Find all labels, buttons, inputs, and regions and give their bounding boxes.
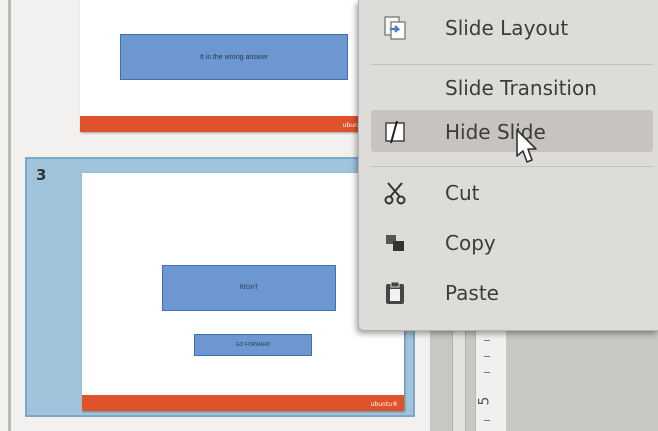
ruler-tick	[484, 420, 490, 421]
ubuntu-logo: ubuntu®	[370, 401, 398, 408]
menu-item-hide-slide[interactable]: Hide Slide	[359, 110, 658, 154]
ruler-number: 5	[476, 396, 493, 406]
menu-label: Copy	[445, 231, 496, 255]
menu-item-paste[interactable]: Paste	[359, 271, 658, 315]
slide-thumbnail-3[interactable]: RIGHT GO FORWARD ubuntu®	[82, 173, 404, 411]
slide-thumbnail-2[interactable]: It is the wrong answer ubuntu	[80, 0, 370, 132]
scissors-icon	[381, 179, 409, 207]
menu-separator	[371, 166, 653, 167]
slide-3-right-box: RIGHT	[162, 265, 336, 311]
ruler-tick	[484, 356, 490, 357]
clipboard-icon	[381, 279, 409, 307]
slide-3-forward-box: GO FORWARD	[194, 334, 312, 356]
ruler-tick	[484, 340, 490, 341]
menu-label: Paste	[445, 281, 499, 305]
menu-label: Slide Transition	[445, 76, 597, 100]
menu-item-slide-transition[interactable]: Slide Transition	[359, 66, 658, 110]
copy-icon	[381, 229, 409, 257]
menu-label: Cut	[445, 181, 480, 205]
slide-layout-icon	[381, 14, 409, 42]
slide-number: 3	[36, 166, 47, 184]
pane-divider	[8, 0, 11, 431]
menu-item-slide-layout[interactable]: Slide Layout	[359, 6, 658, 50]
menu-separator	[371, 64, 653, 65]
ruler-tick	[484, 372, 490, 373]
menu-item-copy[interactable]: Copy	[359, 221, 658, 265]
slide-2-text-box: It is the wrong answer	[120, 34, 348, 80]
mouse-pointer-icon	[516, 129, 537, 163]
selected-slide-frame[interactable]: 3 RIGHT GO FORWARD ubuntu®	[25, 157, 415, 417]
hide-slide-icon	[381, 118, 409, 146]
menu-label: Slide Layout	[445, 16, 569, 40]
slide-3-footer-bar: ubuntu®	[82, 395, 404, 411]
slide-2-footer-bar: ubuntu	[80, 116, 370, 132]
context-menu: Slide Layout Slide Transition Hide Slide…	[358, 0, 658, 331]
menu-item-cut[interactable]: Cut	[359, 171, 658, 215]
